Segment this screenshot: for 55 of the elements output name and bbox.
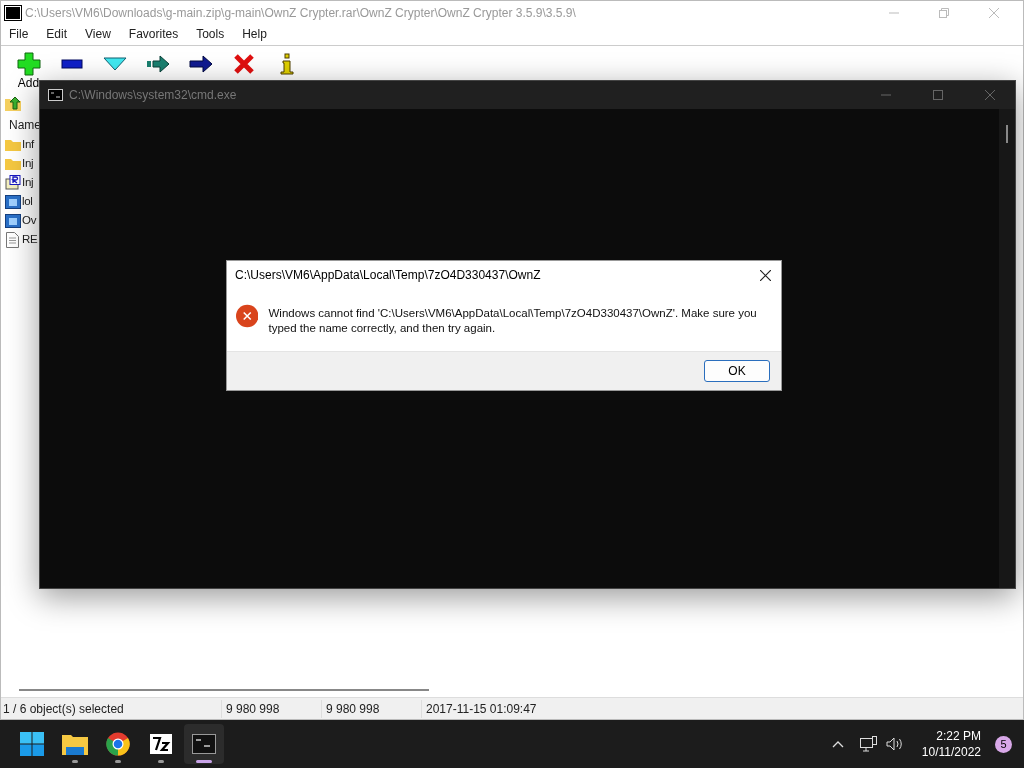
column-header[interactable]: Name [9, 116, 41, 134]
folder-icon [4, 157, 21, 170]
arrow-icon [188, 55, 213, 73]
info-icon [279, 53, 294, 75]
maximize-icon[interactable] [933, 90, 943, 100]
browser-icon[interactable] [106, 732, 130, 756]
scrollbar[interactable] [19, 689, 429, 691]
windows-icon[interactable] [20, 732, 44, 756]
file-name[interactable]: Ov [22, 211, 37, 230]
menu-item[interactable]: Edit [46, 25, 68, 43]
window-title: C:\Windows\system32\cmd.exe [69, 87, 237, 104]
application-icon [4, 194, 21, 209]
folder-icon[interactable] [62, 733, 88, 755]
clock-date[interactable]: 10/11/2022 [921, 744, 981, 760]
file-name[interactable]: lol [22, 192, 33, 211]
menu-item[interactable]: View [85, 25, 111, 43]
folder-icon [4, 138, 21, 151]
application-icon [4, 213, 21, 228]
file-icon [4, 175, 21, 190]
taskbar-button[interactable] [184, 724, 224, 764]
menu-item[interactable]: Help [242, 25, 267, 43]
file-name[interactable]: RE [22, 230, 38, 249]
clock-time[interactable]: 2:22 PM [936, 728, 981, 744]
dialog-title: C:\Users\VM6\AppData\Local\Temp\7zO4D330437\OwnZ [235, 267, 541, 284]
status-text: 2017-11-15 01:09:47 [421, 699, 621, 718]
network-icon[interactable] [859, 736, 878, 752]
folder-up-icon[interactable] [5, 95, 21, 111]
toolbar-label[interactable]: Add [17, 77, 40, 89]
arrow-icon [145, 55, 170, 73]
menu-item[interactable]: File [9, 25, 29, 43]
window-title: C:\Users\VM6\Downloads\g-main.zip\g-main\OwnZ Crypter.rar\OwnZ Crypter\OwnZ Crypter 3.5.9\3.5.9\ [25, 5, 576, 22]
document-icon [6, 231, 19, 248]
terminal-icon[interactable] [192, 734, 216, 754]
speaker-icon[interactable] [885, 737, 904, 751]
plus-icon [16, 52, 41, 76]
chevron-up-icon[interactable] [831, 740, 844, 748]
check-icon [102, 57, 127, 71]
app-icon [5, 6, 21, 20]
status-text: 9 980 998 [321, 699, 421, 718]
status-text: 1 / 6 object(s) selected [2, 700, 125, 718]
notification-badge[interactable]: 5 [995, 735, 1012, 753]
console-icon [48, 89, 63, 101]
close-icon[interactable] [760, 269, 771, 281]
menu-item[interactable]: Favorites [128, 25, 179, 43]
archive-icon[interactable] [150, 734, 172, 754]
file-name[interactable]: Inj [22, 154, 34, 173]
scrollbar-thumb[interactable] [1006, 125, 1008, 143]
delete-icon [233, 54, 254, 74]
file-name[interactable]: Inf [22, 135, 34, 154]
file-name[interactable]: Inj [22, 173, 34, 192]
ok-button[interactable]: OK [704, 360, 770, 382]
minus-icon [60, 59, 83, 69]
error-message: Windows cannot find 'C:\Users\VM6\AppData\Local\Temp\7zO4D330437\OwnZ'. Make sure you typed the name correctly, and then try again. [268, 306, 758, 336]
menu-item[interactable]: Tools [196, 25, 225, 43]
status-text: 9 980 998 [221, 699, 321, 718]
